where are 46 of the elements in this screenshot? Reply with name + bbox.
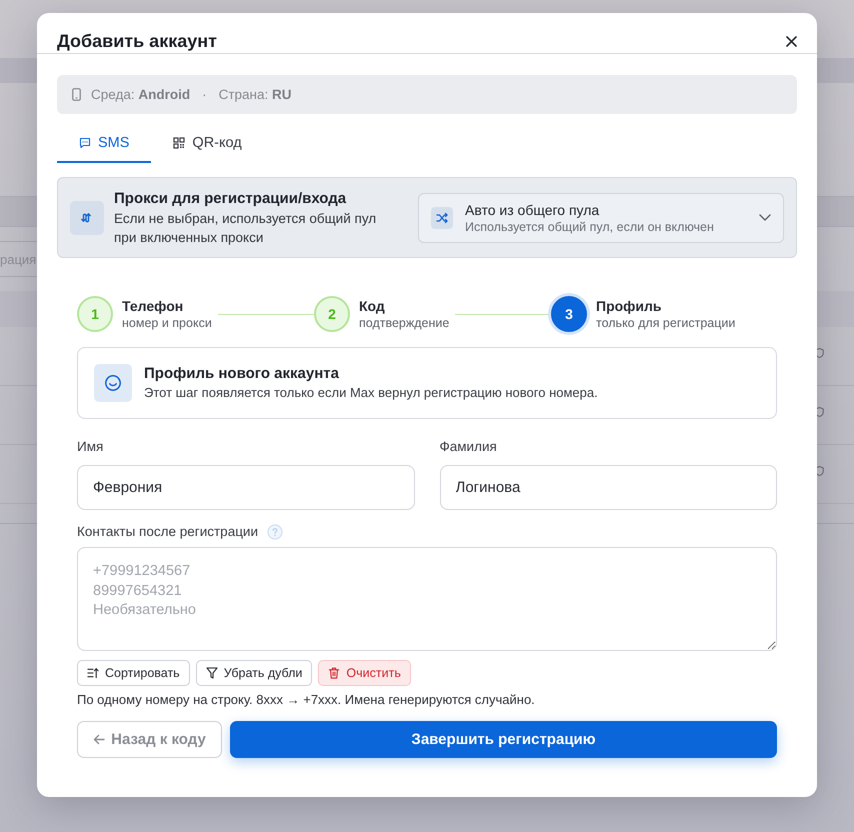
tool-button[interactable]: Сортировать bbox=[77, 660, 190, 686]
proxy-select-hint: Используется общий пул, если он включен bbox=[465, 218, 715, 234]
separator-dot: · bbox=[202, 87, 207, 102]
field-label: Фамилия bbox=[440, 438, 498, 455]
text-field[interactable]: Логинова bbox=[440, 465, 777, 510]
tool-button[interactable]: Убрать дубли bbox=[196, 660, 312, 686]
tab[interactable]: SMS bbox=[57, 125, 152, 163]
step-title: Код bbox=[359, 298, 386, 314]
qr-code-icon bbox=[173, 137, 186, 149]
step-number: 2 bbox=[314, 296, 350, 332]
proxy-title: Прокси для регистрации/входа bbox=[114, 188, 348, 208]
environment-info: Среда: Android bbox=[91, 87, 190, 102]
tool-button[interactable]: Очистить bbox=[318, 660, 411, 686]
route-arrows-icon bbox=[70, 200, 104, 234]
close-button[interactable] bbox=[784, 34, 799, 48]
filter-icon bbox=[206, 667, 218, 679]
contacts-hint: По одному номеру на строку. 8xxx → +7xxx. Имена генерируются случайно. bbox=[77, 691, 536, 708]
proxy-description: Если не выбран, используется общий пул при включенных прокси bbox=[114, 210, 378, 246]
chevron-down-icon bbox=[759, 214, 771, 221]
field-label: Имя bbox=[77, 438, 104, 455]
step-number: 1 bbox=[77, 296, 113, 332]
field-label: Контакты после регистрации bbox=[77, 523, 258, 540]
text-field[interactable]: Феврония bbox=[77, 465, 414, 510]
step-subtitle: номер и прокси bbox=[122, 314, 212, 330]
step-title: Профиль bbox=[596, 298, 663, 314]
contacts-field[interactable]: +79991234567 89997654321 Необязательно bbox=[77, 547, 777, 651]
trash-icon bbox=[328, 667, 340, 679]
phone-icon bbox=[72, 88, 81, 101]
smile-icon bbox=[94, 364, 132, 402]
step-title: Телефон bbox=[122, 298, 184, 314]
submit-button[interactable]: Завершить регистрацию bbox=[230, 721, 777, 758]
proxy-select-value: Авто из общего пула bbox=[465, 200, 600, 218]
environment-info: Страна: RU bbox=[218, 87, 292, 102]
step-subtitle: только для регистрации bbox=[596, 314, 736, 330]
sort-icon bbox=[87, 667, 99, 679]
profile-card-description: Этот шаг появляется только если Max вернул регистрацию нового номера. bbox=[144, 384, 598, 402]
dialog-title: Добавить аккаунт bbox=[57, 30, 217, 52]
profile-card-title: Профиль нового аккаунта bbox=[144, 364, 340, 384]
chat-icon bbox=[79, 137, 91, 149]
step-subtitle: подтверждение bbox=[359, 314, 450, 330]
tab[interactable]: QR-код bbox=[151, 125, 264, 163]
proxy-select[interactable]: Авто из общего пула Используется общий пул, если он включен bbox=[418, 192, 784, 242]
close-icon bbox=[786, 36, 797, 46]
arrow-left-icon bbox=[93, 734, 106, 745]
shuffle-icon bbox=[431, 206, 453, 228]
step-number: 3 bbox=[551, 296, 587, 332]
